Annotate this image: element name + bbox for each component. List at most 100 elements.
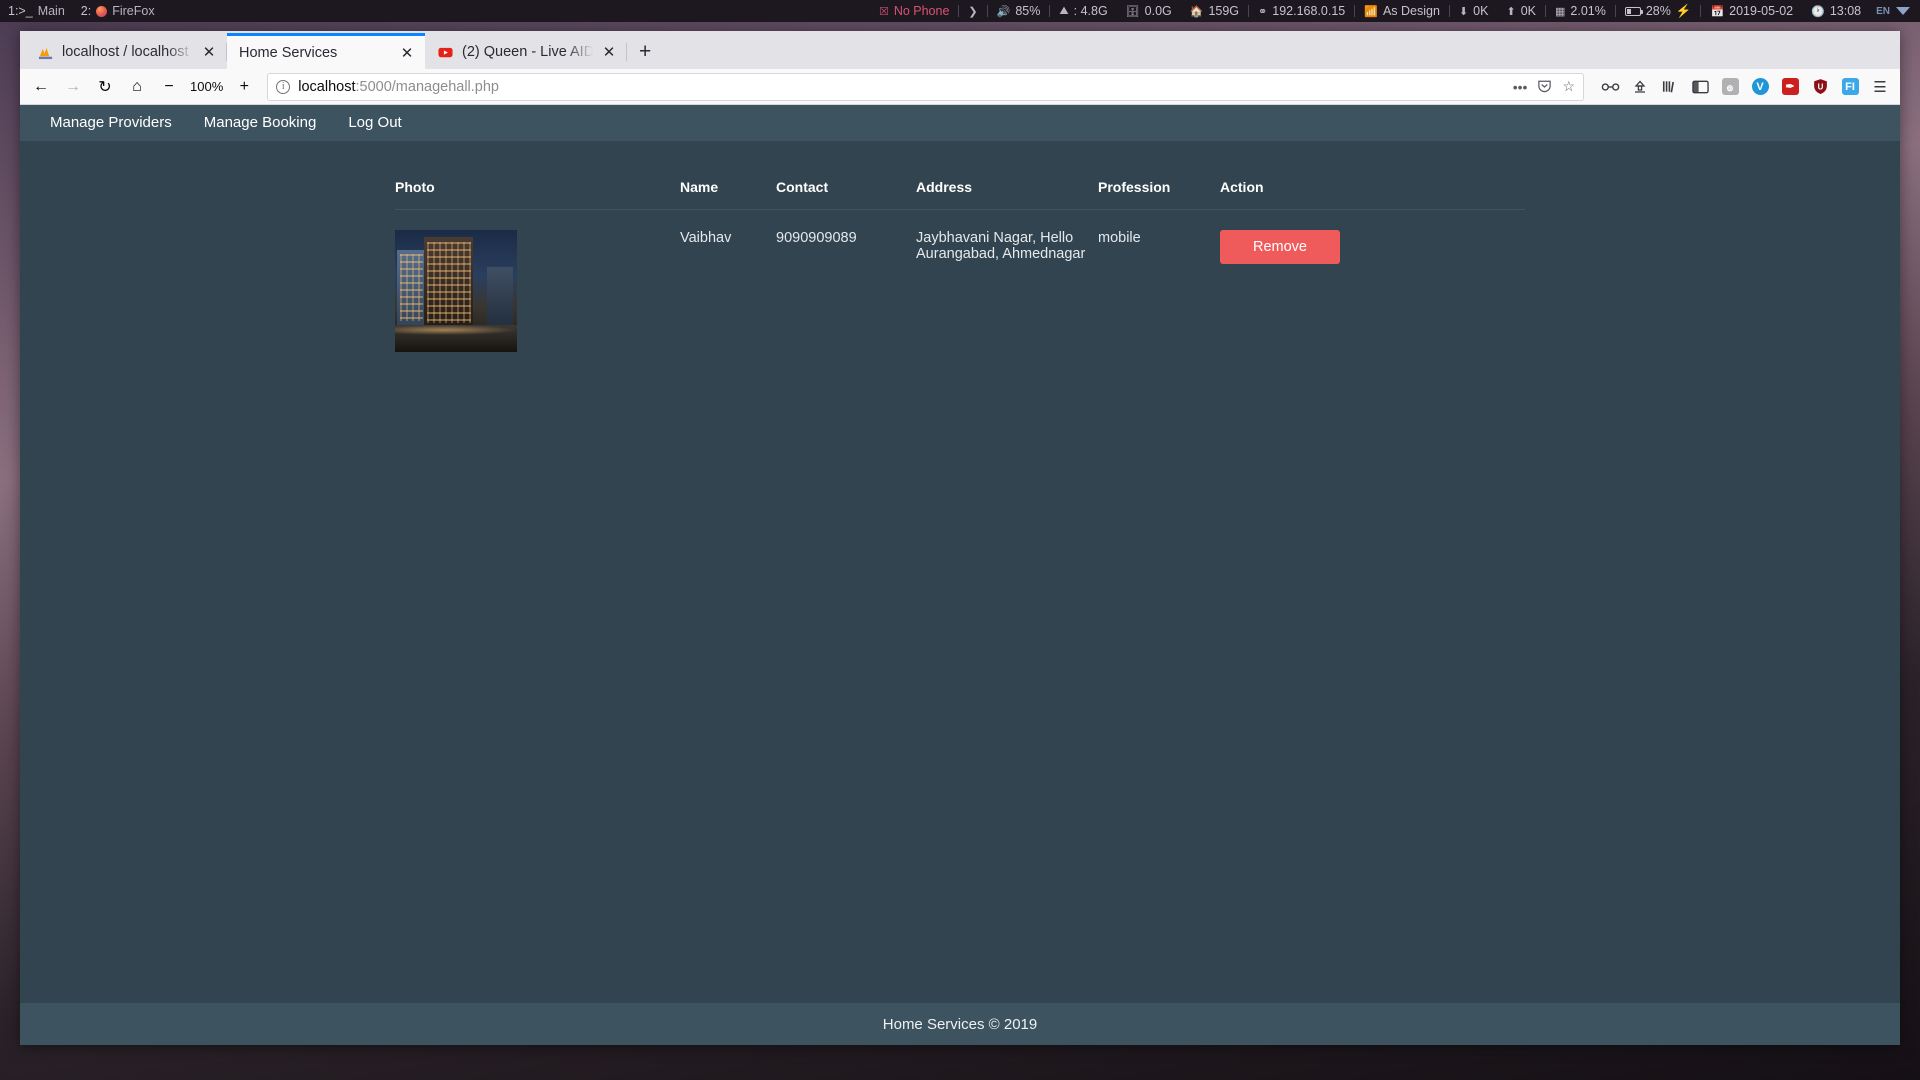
tab-home-services[interactable]: Home Services ✕	[227, 33, 425, 69]
extension-toolbar: ๏ V ✒ U FI ☰	[1592, 73, 1894, 101]
dropdown-triangle-icon[interactable]	[1896, 7, 1910, 15]
phone-status-label: No Phone	[894, 4, 950, 18]
close-icon[interactable]: ✕	[601, 43, 617, 61]
url-text: localhost:5000/managehall.php	[298, 79, 499, 95]
page-footer: Home Services © 2019	[20, 1003, 1900, 1045]
back-button[interactable]: ←	[26, 73, 56, 101]
page-actions-icon[interactable]: •••	[1513, 79, 1528, 95]
phpmyadmin-icon	[37, 44, 54, 61]
language-indicator[interactable]: EN	[1870, 6, 1896, 17]
zoom-out-button[interactable]: −	[154, 73, 184, 101]
navigation-toolbar: ← → ↻ ⌂ − 100% + i localhost:5000/manage…	[20, 69, 1900, 105]
svg-text:U: U	[1817, 82, 1823, 91]
home-disk-indicator: 🏠 159G	[1181, 0, 1248, 22]
workspace-2-index: 2:	[81, 4, 91, 18]
table-row: Vaibhav 9090909089 Jaybhavani Nagar, Hel…	[395, 210, 1525, 1004]
bookmark-star-icon[interactable]: ☆	[1562, 78, 1575, 95]
sidebar-icon[interactable]	[1686, 73, 1714, 101]
save-to-pocket-icon[interactable]	[1626, 73, 1654, 101]
memory-indicator: ⛰ : 4.8G	[1050, 0, 1116, 22]
remove-button[interactable]: Remove	[1220, 230, 1340, 264]
wifi-icon: 📶	[1364, 5, 1378, 18]
wifi-indicator[interactable]: 📶 As Design	[1355, 0, 1449, 22]
date-label: 2019-05-02	[1729, 4, 1793, 18]
reload-button[interactable]: ↻	[90, 73, 120, 101]
workspace-2[interactable]: 2: FireFox	[73, 0, 163, 22]
disk-indicator: 🗄 0.0G	[1117, 0, 1181, 22]
firefox-window: localhost / localhost / se ✕ Home Servic…	[20, 31, 1900, 1045]
fi-blue-icon[interactable]: FI	[1836, 73, 1864, 101]
cpu-indicator: ▦ 2.01%	[1546, 0, 1615, 22]
link-icon: ⚭	[1258, 5, 1267, 18]
nav-link-manage-booking[interactable]: Manage Booking	[188, 105, 333, 141]
chevron-right-icon: ❯	[968, 5, 977, 18]
glasses-icon[interactable]	[1596, 73, 1624, 101]
adobe-red-icon[interactable]: ✒	[1776, 73, 1804, 101]
nav-link-manage-providers[interactable]: Manage Providers	[34, 105, 188, 141]
net-up-label: 0K	[1521, 4, 1536, 18]
cell-photo	[395, 210, 680, 1004]
vivaldi-blue-icon[interactable]: V	[1746, 73, 1774, 101]
new-tab-button[interactable]: +	[627, 35, 663, 69]
url-path: :5000/managehall.php	[355, 79, 499, 95]
addon-grey-icon[interactable]: ๏	[1716, 73, 1744, 101]
cpu-label: 2.01%	[1570, 4, 1605, 18]
home-icon: 🏠	[1190, 5, 1204, 18]
column-header-address: Address	[916, 179, 1098, 210]
battery-label: 28%	[1646, 4, 1671, 18]
pocket-icon[interactable]	[1537, 78, 1552, 96]
phone-status: ☒ No Phone	[870, 0, 958, 22]
expand-arrow[interactable]: ❯	[959, 0, 986, 22]
speaker-icon: 🔊	[997, 5, 1011, 18]
tab-youtube-queen[interactable]: (2) Queen - Live AID 198 ✕	[425, 35, 627, 69]
close-icon[interactable]: ✕	[201, 43, 217, 61]
memory-icon: ⛰	[1059, 5, 1068, 18]
battery-icon	[1625, 7, 1641, 16]
nav-link-log-out[interactable]: Log Out	[332, 105, 417, 141]
charging-bolt-icon: ⚡	[1676, 4, 1692, 19]
site-navigation-bar: Manage Providers Manage Booking Log Out	[20, 105, 1900, 141]
workspace-1[interactable]: 1:>_ Main	[0, 0, 73, 22]
cell-action: Remove	[1220, 210, 1525, 1004]
tab-title: (2) Queen - Live AID 198	[462, 44, 593, 60]
cell-name: Vaibhav	[680, 210, 776, 1004]
home-disk-label: 159G	[1208, 4, 1239, 18]
firefox-icon	[96, 6, 107, 17]
time-indicator: 🕐 13:08	[1802, 0, 1870, 22]
volume-label: 85%	[1015, 4, 1040, 18]
date-indicator: 📅 2019-05-02	[1701, 0, 1802, 22]
disk-label: 0.0G	[1145, 4, 1172, 18]
vivaldi-badge: V	[1752, 78, 1769, 95]
forward-button[interactable]: →	[58, 73, 88, 101]
workspace-1-index: 1:>_	[8, 4, 33, 18]
table-header-row: Photo Name Contact Address Profession Ac…	[395, 179, 1525, 210]
home-button[interactable]: ⌂	[122, 73, 152, 101]
url-bar[interactable]: i localhost:5000/managehall.php ••• ☆	[267, 73, 1584, 101]
ip-label: 192.168.0.15	[1272, 4, 1345, 18]
upload-icon: ⬆	[1506, 5, 1515, 18]
zoom-level-label[interactable]: 100%	[186, 79, 227, 94]
wifi-label: As Design	[1383, 4, 1440, 18]
time-label: 13:08	[1830, 4, 1861, 18]
close-icon[interactable]: ✕	[399, 44, 415, 62]
tab-localhost-phpmyadmin[interactable]: localhost / localhost / se ✕	[25, 35, 227, 69]
column-header-contact: Contact	[776, 179, 916, 210]
column-header-profession: Profession	[1098, 179, 1220, 210]
hamburger-menu-icon[interactable]: ☰	[1866, 73, 1894, 101]
youtube-icon	[437, 44, 454, 61]
info-icon[interactable]: i	[276, 80, 290, 94]
column-header-photo: Photo	[395, 179, 680, 210]
workspace-1-label: Main	[38, 4, 65, 18]
addon-grey-badge: ๏	[1722, 78, 1739, 95]
tab-strip: localhost / localhost / se ✕ Home Servic…	[20, 31, 1900, 69]
zoom-in-button[interactable]: +	[229, 73, 259, 101]
cell-profession: mobile	[1098, 210, 1220, 1004]
volume-indicator[interactable]: 🔊 85%	[988, 0, 1050, 22]
net-down-label: 0K	[1473, 4, 1488, 18]
library-icon[interactable]	[1656, 73, 1684, 101]
table-head: Photo Name Contact Address Profession Ac…	[395, 179, 1525, 210]
column-header-action: Action	[1220, 179, 1525, 210]
battery-indicator: 28% ⚡	[1616, 0, 1701, 22]
ublock-origin-icon[interactable]: U	[1806, 73, 1834, 101]
system-status-bar: 1:>_ Main 2: FireFox ☒ No Phone ❯ 🔊 85% …	[0, 0, 1920, 22]
